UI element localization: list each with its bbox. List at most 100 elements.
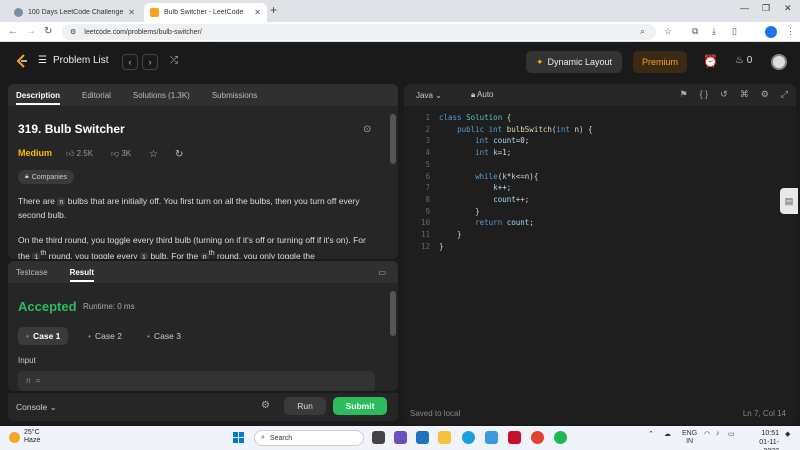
dynamic-layout-button[interactable]: ✦ Dynamic Layout: [526, 51, 622, 73]
code-line[interactable]: int count=0;: [439, 135, 529, 147]
alarm-clock-icon[interactable]: ⏰: [703, 54, 718, 68]
close-icon[interactable]: ✕: [254, 8, 261, 17]
like-count: 2.5K: [76, 149, 94, 158]
leetcode-logo-icon[interactable]: [16, 54, 28, 68]
app-icon[interactable]: [485, 431, 498, 444]
settings-icon[interactable]: ⚙: [761, 89, 769, 100]
user-avatar[interactable]: [771, 54, 787, 70]
problem-list-button[interactable]: ☰ Problem List: [38, 55, 109, 66]
case-tab-1[interactable]: • Case 1: [18, 327, 69, 345]
shortcut-icon[interactable]: ⌘: [740, 89, 749, 100]
line-number: 12: [420, 241, 430, 251]
close-icon[interactable]: ✕: [128, 8, 135, 17]
tab-solutions[interactable]: Solutions (1.3K): [133, 91, 190, 100]
taskbar-search[interactable]: ⌕ Search: [254, 430, 364, 446]
fullscreen-icon[interactable]: ⤢: [781, 89, 788, 100]
console-toggle[interactable]: Console ⌄: [16, 402, 57, 413]
volume-icon[interactable]: ♪: [716, 430, 720, 437]
browser-tab[interactable]: 100 Days LeetCode Challenge ✕: [8, 3, 141, 22]
tray-chevron-icon[interactable]: ⌃: [648, 430, 654, 438]
reload-icon[interactable]: ↻: [44, 26, 52, 37]
site-info-icon[interactable]: ⚙: [70, 28, 76, 36]
extensions-icon[interactable]: ⧉: [692, 26, 698, 37]
submit-button[interactable]: Submit: [333, 397, 387, 415]
cloud-icon[interactable]: ☁: [664, 430, 671, 438]
store-icon[interactable]: [416, 431, 429, 444]
expand-panel-icon[interactable]: ▭: [378, 268, 386, 277]
wifi-icon[interactable]: ◠: [704, 430, 710, 438]
menu-icon[interactable]: ⋮: [786, 26, 795, 37]
code-line[interactable]: }: [439, 206, 480, 218]
clock[interactable]: 10:51 01-11-2023: [744, 429, 779, 450]
description-scrollbar[interactable]: [390, 114, 396, 164]
case-tab-3[interactable]: • Case 3: [139, 327, 189, 345]
reset-icon[interactable]: ↺: [720, 89, 728, 100]
tab-result[interactable]: Result: [69, 268, 95, 282]
companies-tag[interactable]: 🔒︎ Companies: [18, 170, 75, 184]
code-line[interactable]: while(k*k<=n){: [439, 171, 538, 183]
file-explorer-icon[interactable]: [438, 431, 451, 444]
case-tab-2[interactable]: • Case 2: [80, 327, 130, 345]
chrome-icon[interactable]: [531, 431, 544, 444]
streak-counter[interactable]: ♨ 0: [735, 55, 752, 66]
browser-tab-active[interactable]: Bulb Switcher - LeetCode ✕: [144, 3, 267, 22]
task-view-icon[interactable]: [372, 431, 385, 444]
code-line[interactable]: int k=1;: [439, 147, 511, 159]
share-icon[interactable]: ↻: [175, 149, 183, 160]
language-indicator[interactable]: ENG IN: [682, 430, 697, 446]
bookmark-star-icon[interactable]: ☆: [664, 26, 672, 37]
star-icon[interactable]: ☆: [149, 149, 158, 160]
case-label: Case 2: [94, 331, 122, 341]
result-scrollbar[interactable]: [390, 291, 396, 336]
dislike-button[interactable]: 👎︎ 3K: [111, 149, 131, 159]
forward-icon[interactable]: →: [26, 26, 36, 37]
chat-icon[interactable]: [394, 431, 407, 444]
mcafee-icon[interactable]: [508, 431, 521, 444]
tab-editorial[interactable]: Editorial: [82, 91, 111, 100]
language-select[interactable]: Java ⌄: [416, 91, 442, 100]
more-options-icon[interactable]: ⊙: [363, 124, 371, 135]
code-line[interactable]: k++;: [439, 182, 511, 194]
code-line[interactable]: }: [439, 241, 444, 253]
code-line[interactable]: public int bulbSwitch(int n) {: [439, 124, 592, 136]
weather-widget[interactable]: 25°C Haze: [9, 429, 40, 445]
debug-icon[interactable]: ⚙: [261, 400, 270, 411]
run-button[interactable]: Run: [284, 397, 326, 415]
edge-icon[interactable]: [462, 431, 475, 444]
next-problem-button[interactable]: ›: [142, 54, 158, 70]
line-number: 7: [425, 183, 430, 193]
windows-start-icon[interactable]: [233, 432, 244, 443]
new-tab-icon[interactable]: +: [270, 3, 277, 17]
sidepanel-icon[interactable]: ▯: [732, 26, 737, 37]
tab-testcase[interactable]: Testcase: [16, 268, 48, 277]
notification-icon[interactable]: ◆: [785, 430, 790, 438]
sparkle-icon: ✦: [535, 56, 544, 67]
prev-problem-button[interactable]: ‹: [122, 54, 138, 70]
spotify-icon[interactable]: [554, 431, 567, 444]
auto-mode-toggle[interactable]: 🔒︎ Auto: [471, 90, 494, 100]
back-icon[interactable]: ←: [8, 26, 18, 37]
profile-avatar[interactable]: [765, 26, 777, 38]
shuffle-icon[interactable]: ⤮: [170, 55, 178, 66]
braces-icon[interactable]: { }: [700, 89, 709, 100]
restore-icon[interactable]: ❐: [762, 3, 770, 14]
like-button[interactable]: 👍︎ 2.5K: [66, 149, 93, 159]
battery-icon[interactable]: ▭: [728, 430, 735, 438]
downloads-icon[interactable]: ⤓: [712, 26, 716, 37]
line-number: 2: [425, 124, 430, 134]
close-window-icon[interactable]: ✕: [784, 3, 792, 14]
premium-button[interactable]: Premium: [633, 51, 687, 73]
tab-submissions[interactable]: Submissions: [212, 91, 257, 100]
code-line[interactable]: class Solution {: [439, 112, 511, 124]
minimize-icon[interactable]: —: [740, 3, 749, 13]
zoom-icon[interactable]: ⌕: [640, 26, 645, 37]
code-line[interactable]: }: [439, 229, 462, 241]
side-notes-tab[interactable]: ▤: [780, 188, 798, 214]
code-line[interactable]: return count;: [439, 217, 534, 229]
code-line[interactable]: count++;: [439, 194, 529, 206]
text-segment: bulb. For the: [148, 250, 201, 259]
tab-description[interactable]: Description: [16, 91, 61, 105]
url-field[interactable]: ⚙ leetcode.com/problems/bulb-switcher/: [62, 24, 656, 40]
bookmark-icon[interactable]: ⚑: [680, 89, 688, 100]
weather-condition: Haze: [24, 437, 41, 444]
